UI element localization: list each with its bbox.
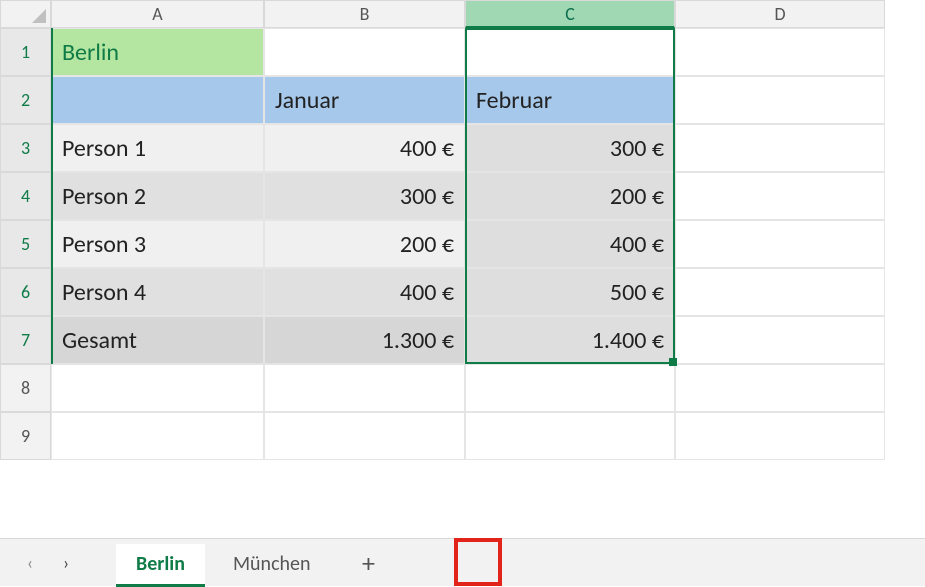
cell-d4[interactable]: [675, 172, 885, 220]
row-header-9[interactable]: 9: [0, 412, 51, 460]
cell-b6[interactable]: 400 €: [264, 268, 465, 316]
cell-b4[interactable]: 300 €: [264, 172, 465, 220]
cell-d9[interactable]: [675, 412, 885, 460]
cell-b8[interactable]: [264, 364, 465, 412]
cell-d2[interactable]: [675, 76, 885, 124]
cell-c6[interactable]: 500 €: [465, 268, 675, 316]
cell-a7[interactable]: Gesamt: [51, 316, 264, 364]
cell-a8[interactable]: [51, 364, 264, 412]
cell-c2[interactable]: Februar: [465, 76, 675, 124]
cell-a1[interactable]: Berlin: [51, 28, 264, 76]
cell-a3[interactable]: Person 1: [51, 124, 264, 172]
cell-a6[interactable]: Person 4: [51, 268, 264, 316]
plus-icon: +: [362, 547, 375, 579]
spreadsheet-grid: A B C D 1 Berlin 2 Januar Februar 3 Pers…: [0, 0, 925, 460]
cell-d5[interactable]: [675, 220, 885, 268]
tab-nav-next[interactable]: ›: [52, 549, 80, 577]
col-header-a[interactable]: A: [51, 0, 264, 28]
cell-c5[interactable]: 400 €: [465, 220, 675, 268]
select-all-corner[interactable]: [0, 0, 51, 28]
cell-c8[interactable]: [465, 364, 675, 412]
add-sheet-button[interactable]: +: [349, 543, 389, 583]
cell-d8[interactable]: [675, 364, 885, 412]
cell-d6[interactable]: [675, 268, 885, 316]
cell-a5[interactable]: Person 3: [51, 220, 264, 268]
sheet-tab-muenchen[interactable]: München: [213, 544, 331, 587]
cell-b1[interactable]: [264, 28, 465, 76]
col-header-c[interactable]: C: [465, 0, 675, 28]
row-header-6[interactable]: 6: [0, 268, 51, 316]
sheet-tab-bar: ‹ › Berlin München +: [0, 538, 925, 586]
col-header-d[interactable]: D: [675, 0, 885, 28]
row-header-1[interactable]: 1: [0, 28, 51, 76]
cell-d7[interactable]: [675, 316, 885, 364]
row-header-8[interactable]: 8: [0, 364, 51, 412]
col-header-b[interactable]: B: [264, 0, 465, 28]
cell-c9[interactable]: [465, 412, 675, 460]
cell-c7[interactable]: 1.400 €: [465, 316, 675, 364]
cell-a4[interactable]: Person 2: [51, 172, 264, 220]
row-header-3[interactable]: 3: [0, 124, 51, 172]
cell-a9[interactable]: [51, 412, 264, 460]
cell-b3[interactable]: 400 €: [264, 124, 465, 172]
cell-b5[interactable]: 200 €: [264, 220, 465, 268]
cell-c3[interactable]: 300 €: [465, 124, 675, 172]
row-header-2[interactable]: 2: [0, 76, 51, 124]
cell-b7[interactable]: 1.300 €: [264, 316, 465, 364]
cell-b9[interactable]: [264, 412, 465, 460]
cell-b2[interactable]: Januar: [264, 76, 465, 124]
cell-d3[interactable]: [675, 124, 885, 172]
cell-d1[interactable]: [675, 28, 885, 76]
row-header-7[interactable]: 7: [0, 316, 51, 364]
sheet-tab-berlin[interactable]: Berlin: [116, 544, 205, 587]
cell-a2[interactable]: [51, 76, 264, 124]
cell-c1[interactable]: [465, 28, 675, 76]
row-header-5[interactable]: 5: [0, 220, 51, 268]
tab-nav-prev[interactable]: ‹: [16, 549, 44, 577]
cell-c4[interactable]: 200 €: [465, 172, 675, 220]
row-header-4[interactable]: 4: [0, 172, 51, 220]
